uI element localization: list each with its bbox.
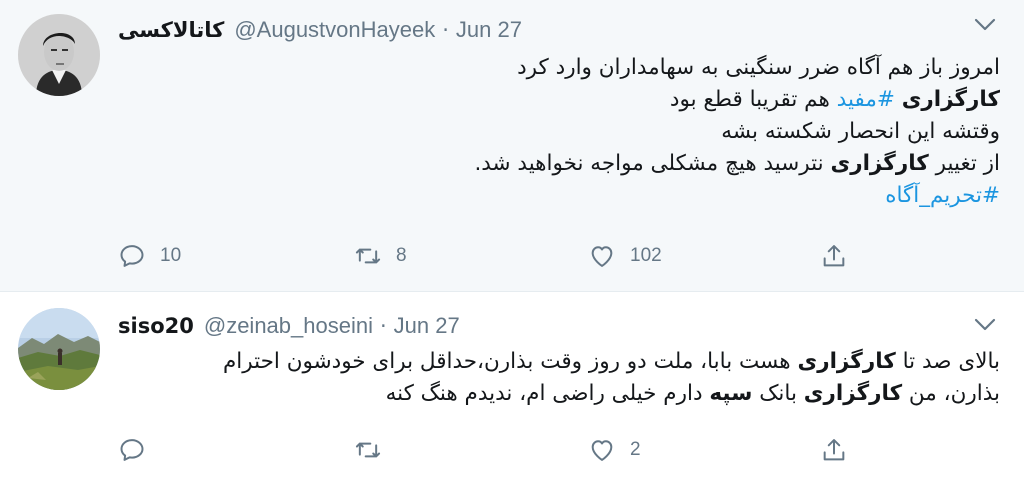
tweet-card[interactable]: کاتالاکسی @AugustvonHayeek · Jun 27 امرو… <box>0 0 1024 292</box>
tweet-text: امروز باز هم آگاه ضرر سنگینی به سهامدارا… <box>140 52 1000 212</box>
text-segment: وقتشه این انحصار شکسته بشه <box>721 119 1000 144</box>
reply-icon <box>120 245 144 267</box>
reply-icon <box>120 439 144 461</box>
text-segment: بالای صد تا <box>895 349 1000 374</box>
tweet-date[interactable]: Jun 27 <box>456 17 522 43</box>
text-segment: بانک <box>752 381 804 406</box>
text-segment: بذارن، من <box>902 381 1000 406</box>
retweet-button[interactable]: 8 <box>354 238 407 274</box>
tweet-text-line: از تغییر کارگزاری نترسید هیچ مشکلی مواجه… <box>140 148 1000 180</box>
separator-dot: · <box>379 314 387 338</box>
tweet-text-line: امروز باز هم آگاه ضرر سنگینی به سهامدارا… <box>140 52 1000 84</box>
reply-button[interactable] <box>118 432 160 468</box>
hashtag-link[interactable]: #تحریم_آگاه <box>885 183 1000 208</box>
display-name[interactable]: کاتالاکسی <box>118 18 224 42</box>
tweet-text-line: کارگزاری #مفید هم تقریبا قطع بود <box>140 84 1000 116</box>
avatar[interactable] <box>18 308 100 390</box>
tweet-text-line: #تحریم_آگاه <box>140 180 1000 212</box>
text-segment <box>895 87 902 112</box>
reply-button[interactable]: 10 <box>118 238 181 274</box>
retweet-button[interactable] <box>354 432 396 468</box>
bold-keyword: کارگزاری <box>830 151 929 176</box>
chevron-down-icon[interactable] <box>974 318 996 332</box>
tweet-actions: 2 <box>118 432 858 468</box>
tweet-date[interactable]: Jun 27 <box>394 313 460 339</box>
like-button[interactable]: 2 <box>588 432 641 468</box>
tweet-text-line: وقتشه این انحصار شکسته بشه <box>140 116 1000 148</box>
text-segment: هست بابا، ملت دو روز وقت بذارن،حداقل برا… <box>222 349 798 374</box>
bold-keyword: کارگزاری <box>797 349 896 374</box>
user-handle[interactable]: @AugustvonHayeek <box>234 17 435 43</box>
retweet-icon <box>355 442 381 458</box>
heart-icon <box>591 440 613 461</box>
tweet-text-line: بالای صد تا کارگزاری هست بابا، ملت دو رو… <box>120 346 1000 378</box>
hashtag-link[interactable]: #مفید <box>837 87 895 112</box>
share-icon <box>823 439 845 461</box>
like-count: 102 <box>630 245 662 266</box>
tweet-card[interactable]: siso20 @zeinab_hoseini · Jun 27 بالای صد… <box>0 292 1024 483</box>
tweet-header: کاتالاکسی @AugustvonHayeek · Jun 27 <box>118 15 522 45</box>
bold-keyword: کارگزاری <box>901 87 1000 112</box>
retweet-count: 8 <box>396 245 407 266</box>
bold-keyword: سپه <box>709 381 753 406</box>
share-button[interactable] <box>820 238 848 274</box>
text-segment: هم تقریبا قطع بود <box>669 87 837 112</box>
separator-dot: · <box>442 18 449 42</box>
retweet-icon <box>355 248 381 264</box>
tweet-header: siso20 @zeinab_hoseini · Jun 27 <box>118 311 460 341</box>
text-segment: امروز باز هم آگاه ضرر سنگینی به سهامدارا… <box>517 55 1000 80</box>
tweet-text: بالای صد تا کارگزاری هست بابا، ملت دو رو… <box>120 346 1000 410</box>
share-button[interactable] <box>820 432 848 468</box>
heart-icon <box>591 246 613 267</box>
text-segment: از تغییر <box>928 151 1000 176</box>
user-handle[interactable]: @zeinab_hoseini <box>204 313 373 339</box>
like-button[interactable]: 102 <box>588 238 662 274</box>
share-icon <box>823 245 845 267</box>
reply-count: 10 <box>160 245 182 266</box>
text-segment: دارم خیلی راضی ام، ندیدم هنگ کنه <box>385 381 710 406</box>
like-count: 2 <box>630 439 641 460</box>
text-segment: نترسید هیچ مشکلی مواجه نخواهید شد. <box>474 151 831 176</box>
bold-keyword: کارگزاری <box>803 381 903 406</box>
tweet-actions: 10 8 102 <box>118 238 858 274</box>
chevron-down-icon[interactable] <box>974 18 996 32</box>
avatar[interactable] <box>18 14 100 96</box>
tweet-text-line: بذارن، من کارگزاری بانک سپه دارم خیلی را… <box>120 378 1000 410</box>
display-name[interactable]: siso20 <box>118 314 194 338</box>
